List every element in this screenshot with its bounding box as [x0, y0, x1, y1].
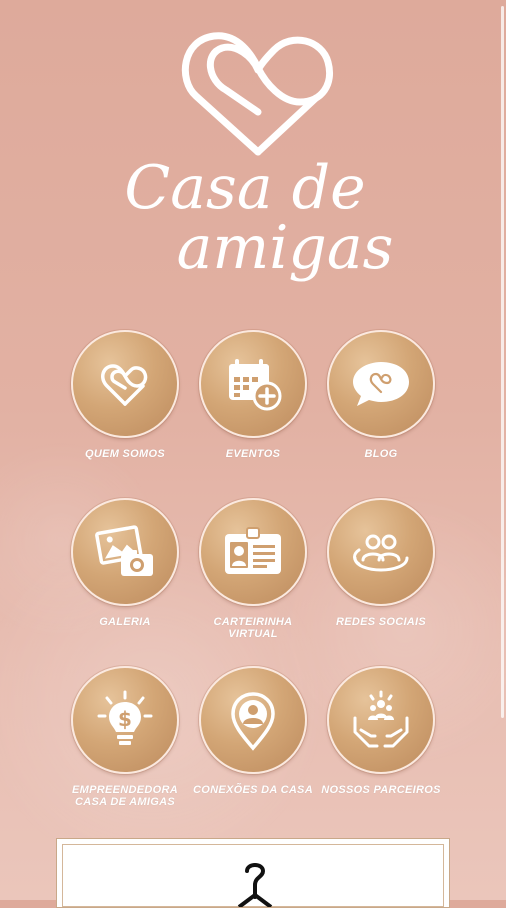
menu-label: REDES SOCIAIS — [335, 616, 427, 628]
menu-item-redes-sociais[interactable]: REDES SOCIAIS — [317, 498, 445, 628]
lightbulb-dollar-icon: $ — [97, 690, 153, 745]
heart-infinity-icon — [101, 364, 148, 406]
svg-text:$: $ — [118, 707, 132, 731]
menu-label: GALERIA — [99, 616, 151, 628]
menu-circle — [71, 498, 179, 606]
menu-circle — [327, 666, 435, 774]
menu-item-galeria[interactable]: GALERIA — [61, 498, 189, 628]
hands-partners-icon — [353, 690, 409, 748]
menu-label: CARTEIRINHA VIRTUAL — [213, 616, 293, 640]
menu-item-quem-somos[interactable]: QUEM SOMOS — [61, 330, 189, 460]
menu-label: BLOG — [364, 448, 398, 460]
id-card-icon — [225, 527, 281, 574]
menu-circle: $ — [71, 666, 179, 774]
menu-item-empreendedora[interactable]: $ EMPREENDEDORA CASA DE AMIGAS — [61, 666, 189, 808]
menu-item-conexoes[interactable]: CONEXÕES DA CASA — [189, 666, 317, 796]
menu-circle — [71, 330, 179, 438]
photo-camera-icon — [95, 525, 153, 576]
menu-circle — [199, 666, 307, 774]
speech-bubble-icon — [353, 362, 409, 406]
menu-item-eventos[interactable]: EVENTOS — [189, 330, 317, 460]
menu-circle — [327, 498, 435, 606]
menu-label: QUEM SOMOS — [84, 448, 165, 460]
featured-card[interactable] — [56, 838, 450, 908]
menu-item-carteirinha-virtual[interactable]: CARTEIRINHA VIRTUAL — [189, 498, 317, 640]
menu-grid: QUEM SOMOS EVENTOS BLOG GALERIA CARTEIRI… — [0, 0, 506, 840]
menu-label: EVENTOS — [225, 448, 281, 460]
menu-circle — [199, 330, 307, 438]
location-person-icon — [231, 692, 275, 751]
menu-circle — [327, 330, 435, 438]
menu-label: EMPREENDEDORA CASA DE AMIGAS — [72, 784, 178, 808]
menu-label: CONEXÕES DA CASA — [193, 784, 313, 796]
people-network-icon — [353, 534, 409, 572]
menu-label: NOSSOS PARCEIROS — [321, 784, 441, 796]
scrollbar[interactable] — [501, 6, 504, 718]
calendar-add-icon — [229, 359, 282, 411]
menu-item-blog[interactable]: BLOG — [317, 330, 445, 460]
menu-circle — [199, 498, 307, 606]
menu-item-nossos-parceiros[interactable]: NOSSOS PARCEIROS — [317, 666, 445, 796]
